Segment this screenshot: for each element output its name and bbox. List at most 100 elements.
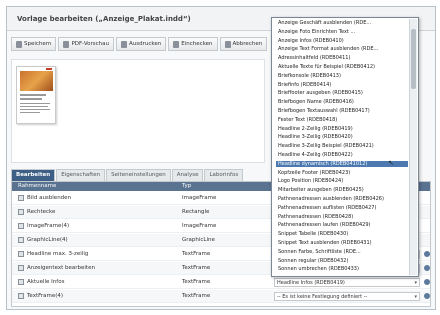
checkin-button[interactable]: Einchecken xyxy=(168,37,218,51)
dropdown-option[interactable]: Headline 2-Zeilig (RDEB0419) xyxy=(276,126,408,133)
frame-name: GraphicLine(4) xyxy=(27,237,68,243)
frame-type-icon xyxy=(18,279,24,285)
dropdown-option[interactable]: Anzeige Foto Einrichten Text ... xyxy=(276,29,408,36)
snippet-select[interactable]: -- Es ist keine Festlegung definiert -- ▾ xyxy=(274,292,420,301)
dropdown-option[interactable]: Anzeige Text Format ausblenden (RDE... xyxy=(276,46,408,53)
frame-name: Rechtecke xyxy=(27,209,56,215)
checkin-label: Einchecken xyxy=(181,41,213,47)
tab-properties[interactable]: Eigenschaften xyxy=(56,169,106,181)
link-icon[interactable] xyxy=(424,293,430,299)
dropdown-option[interactable]: Adressinhaltfeld (RDEB0411) xyxy=(276,55,408,62)
dropdown-option[interactable]: Anzeige Infos (RDEB0410) xyxy=(276,38,408,45)
editor-window: Vorlage bearbeiten („Anzeige_Plakat.indd… xyxy=(6,6,436,310)
thumbnail-text-line xyxy=(20,103,50,104)
save-icon xyxy=(16,40,22,48)
frame-type: TextFrame xyxy=(182,265,211,271)
pdf-icon xyxy=(63,40,70,48)
frame-name: Aktuelle Infos xyxy=(27,279,65,285)
frame-type: GraphicLine xyxy=(182,237,215,243)
dropdown-option[interactable]: Anzeige Geschäft ausblenden (RDE... xyxy=(276,20,408,27)
frame-type-icon xyxy=(18,209,24,215)
table-row[interactable]: TextFrame(4) TextFrame -- Es ist keine Fes… xyxy=(12,290,430,303)
dropdown-option[interactable]: Briefkonsole (RDEB0413) xyxy=(276,73,408,80)
dropdown-option[interactable]: Pathnenadressen auflisten (RDEB0427) xyxy=(276,205,408,212)
dropdown-option[interactable]: Brieffooter ausgeben (RDEB0415) xyxy=(276,90,408,97)
frame-type-icon xyxy=(18,251,24,257)
dropdown-option[interactable]: Pathnenadressen laufen (RDEB0429) xyxy=(276,222,408,229)
dropdown-option[interactable]: Headline 3-Zeilig Beispiel (RDEB0421) xyxy=(276,143,408,150)
thumbnail-headline xyxy=(20,94,46,96)
frame-type: Rectangle xyxy=(182,209,210,215)
mouse-cursor-icon: ↖ xyxy=(388,159,394,167)
dropdown-option[interactable]: Sonnen Farbe, Schriftliste (RDE... xyxy=(276,249,408,256)
snippet-select-value: Headline Infos (RDEB0419) xyxy=(277,280,345,286)
dropdown-option[interactable]: Snippet Tabelle (RDEB0430) xyxy=(276,231,408,238)
link-icon[interactable] xyxy=(424,251,430,257)
dropdown-option[interactable]: Snippet Text ausblenden (RDEB0431) xyxy=(276,240,408,247)
tab-lab-info[interactable]: Laborinfos xyxy=(204,169,244,181)
thumbnail-image xyxy=(20,71,53,91)
snippet-select-value: -- Es ist keine Festlegung definiert -- xyxy=(277,294,368,300)
snippet-dropdown-list[interactable]: Anzeige Geschäft ausblenden (RDE... Anzei… xyxy=(271,17,419,277)
frame-type-icon xyxy=(18,265,24,271)
frame-name: Headline max. 3-zeilig xyxy=(27,251,89,257)
dropdown-scrollbar[interactable] xyxy=(409,19,417,275)
print-button[interactable]: Ausdrucken xyxy=(116,37,167,51)
preview-area xyxy=(11,59,265,163)
frame-name: TextFrame(4) xyxy=(27,293,64,299)
dropdown-option[interactable]: Headline 4-Zeilig (RDEB0422) xyxy=(276,152,408,159)
link-icon[interactable] xyxy=(424,279,430,285)
link-icon[interactable] xyxy=(424,265,430,271)
dropdown-option[interactable]: Briefinfo (RDEB0414) xyxy=(276,82,408,89)
dropdown-option[interactable]: Briefbogen Name (RDEB0416) xyxy=(276,99,408,106)
tab-analysis[interactable]: Analyse xyxy=(171,169,204,181)
pdf-preview-button[interactable]: PDF-Vorschau xyxy=(58,37,115,51)
snippet-select[interactable]: Headline Infos (RDEB0419) ▾ xyxy=(274,278,420,287)
dropdown-option[interactable]: Pathnenadressen (RDEB0428) xyxy=(276,214,408,221)
dropdown-option[interactable]: Pathnenadressen ausblenden (RDEB0426) xyxy=(276,196,408,203)
checkin-icon xyxy=(173,40,180,48)
save-button[interactable]: Speichern xyxy=(11,37,57,51)
print-icon xyxy=(121,40,128,48)
dropdown-option[interactable]: Briefbogen Textauswahl (RDEB0417) xyxy=(276,108,408,115)
frame-type: ImageFrame xyxy=(182,195,217,201)
frame-type: TextFrame xyxy=(182,251,211,257)
thumbnail-text-line xyxy=(20,109,50,110)
dropdown-option[interactable]: Sonnen regular (RDEB0432) xyxy=(276,258,408,265)
frame-type: TextFrame xyxy=(182,293,211,299)
thumbnail-logo xyxy=(46,68,52,70)
dropdown-option[interactable]: Aktuelle Texte für Beispiel (RDEB0412) xyxy=(276,64,408,71)
dropdown-option[interactable]: Fester Text (RDEB0418) xyxy=(276,117,408,124)
column-header-name[interactable]: Rahmenname xyxy=(18,183,56,189)
frame-type-icon xyxy=(18,223,24,229)
scrollbar-thumb[interactable] xyxy=(411,29,416,89)
frame-name: Bild ausblenden xyxy=(27,195,72,201)
frame-name: ImageFrame(4) xyxy=(27,223,70,229)
dropdown-option[interactable]: Sonnen umbrechen (RDEB0433) xyxy=(276,266,408,273)
tab-edit[interactable]: Bearbeiten xyxy=(11,169,56,181)
cancel-button[interactable]: Abbrechen xyxy=(219,37,268,51)
dropdown-option[interactable]: Logo Position (RDEB0424) xyxy=(276,178,408,185)
tab-page-settings[interactable]: Seiteneinstellungen xyxy=(106,169,171,181)
dropdown-option[interactable]: Headline 3-Zeilig (RDEB0420) xyxy=(276,134,408,141)
cancel-label: Abbrechen xyxy=(232,41,263,47)
window-title: Vorlage bearbeiten („Anzeige_Plakat.indd… xyxy=(17,15,191,23)
frame-type-icon xyxy=(18,293,24,299)
pdf-preview-label: PDF-Vorschau xyxy=(71,41,110,47)
toolbar: Speichern PDF-Vorschau Ausdrucken Einche… xyxy=(11,37,268,51)
thumbnail-headline xyxy=(20,98,42,100)
frame-type-icon xyxy=(18,237,24,243)
dropdown-option[interactable]: Kopfzeile Footer (RDEB0423) xyxy=(276,170,408,177)
frame-name: Anzeigentext bearbeiten xyxy=(27,265,95,271)
column-header-type[interactable]: Typ xyxy=(182,183,191,189)
tab-bar: Bearbeiten Eigenschaften Seiteneinstellu… xyxy=(11,169,244,181)
frame-type: TextFrame xyxy=(182,279,211,285)
frame-type: ImageFrame xyxy=(182,223,217,229)
dropdown-option[interactable]: Mitarbeiter ausgeben (RDEB0425) xyxy=(276,187,408,194)
print-label: Ausdrucken xyxy=(129,41,162,47)
frame-type-icon xyxy=(18,195,24,201)
thumbnail-text-line xyxy=(20,106,48,107)
chevron-down-icon: ▾ xyxy=(414,294,417,300)
table-row[interactable]: Aktuelle Infos TextFrame Headline Infos (R… xyxy=(12,276,430,289)
document-thumbnail[interactable] xyxy=(16,66,56,124)
